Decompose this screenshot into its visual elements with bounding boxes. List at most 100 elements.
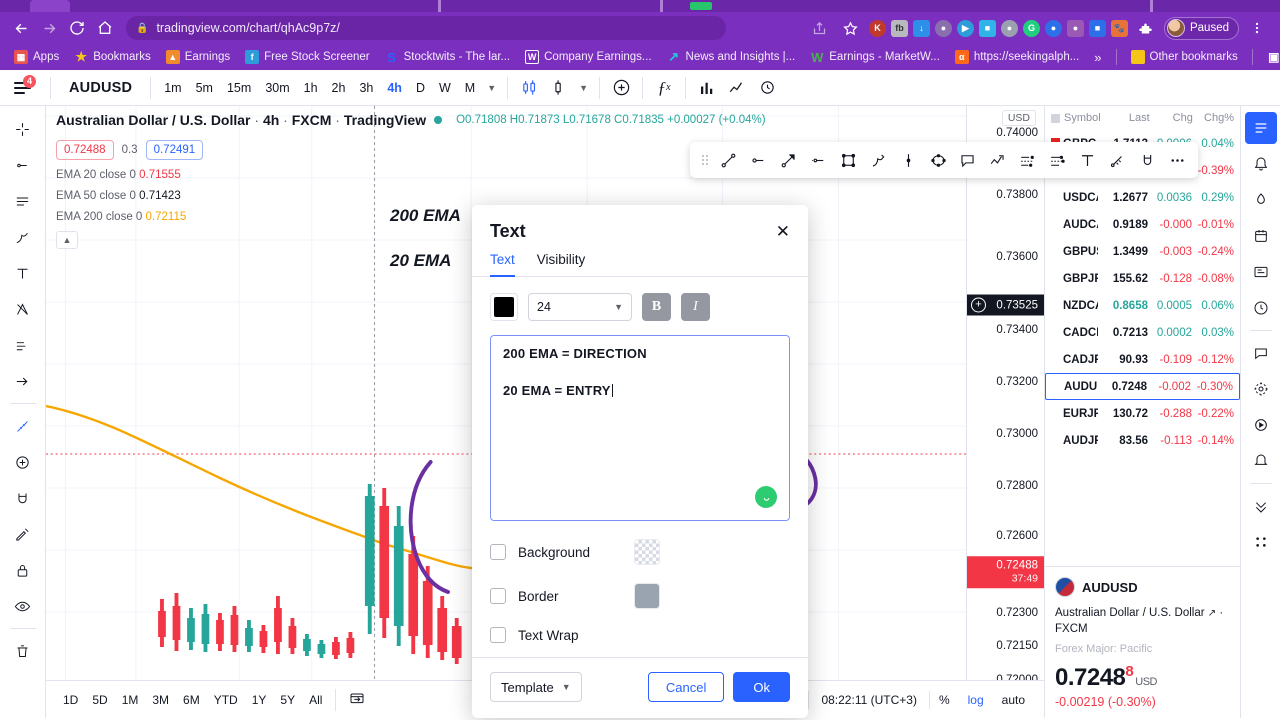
- column-symbol[interactable]: Symbol: [1051, 112, 1101, 124]
- price-axis[interactable]: USD 0.74000 0.73800 0.73600 + 0.73525 0.…: [966, 106, 1044, 716]
- column-last[interactable]: Last: [1101, 112, 1150, 124]
- bar-chart-icon[interactable]: [692, 73, 722, 103]
- arrow-icon[interactable]: [774, 144, 804, 176]
- ideas-icon[interactable]: [1245, 373, 1277, 405]
- candles-icon[interactable]: [514, 73, 544, 103]
- more-icon[interactable]: [1162, 144, 1192, 176]
- brush-tool-icon[interactable]: [5, 220, 41, 254]
- extensions-puzzle-icon[interactable]: [1133, 15, 1159, 41]
- chat-icon[interactable]: [1245, 337, 1277, 369]
- reload-icon[interactable]: [64, 15, 90, 41]
- extension-icon-firefox[interactable]: 🐾: [1110, 19, 1128, 37]
- cursor-icon[interactable]: [5, 112, 41, 146]
- extension-icon-11[interactable]: ■: [1088, 19, 1106, 37]
- ray-icon[interactable]: [804, 144, 834, 176]
- chevron-down-icon[interactable]: ▼: [482, 83, 501, 93]
- table-row[interactable]: CADCHI 0.7213 0.0002 0.03%: [1045, 319, 1240, 346]
- lock-icon[interactable]: [5, 553, 41, 587]
- remove-drawings-icon[interactable]: [5, 634, 41, 668]
- timeframe-4h[interactable]: 4h: [380, 76, 409, 100]
- browser-menu-icon[interactable]: [1244, 15, 1270, 41]
- collapse-legend-button[interactable]: ▲: [56, 231, 78, 249]
- table-row[interactable]: NZDCA 0.8658 0.0005 0.06%: [1045, 292, 1240, 319]
- hotlist-icon[interactable]: [1245, 184, 1277, 216]
- add-compare-icon[interactable]: [606, 73, 636, 103]
- back-icon[interactable]: [8, 15, 34, 41]
- range-YTD[interactable]: YTD: [207, 689, 245, 711]
- auto-scale-button[interactable]: auto: [993, 693, 1034, 707]
- text-color-swatch[interactable]: [490, 293, 518, 321]
- add-order-icon[interactable]: +: [971, 297, 986, 313]
- draw-mode-icon[interactable]: [5, 517, 41, 551]
- timeframe-5m[interactable]: 5m: [189, 76, 220, 100]
- timeframe-W[interactable]: W: [432, 76, 458, 100]
- trend-line-tool-icon[interactable]: [5, 148, 41, 182]
- template-dropdown[interactable]: Template ▼: [490, 672, 582, 702]
- tab-text[interactable]: Text: [490, 252, 515, 277]
- timeframe-M[interactable]: M: [458, 76, 482, 100]
- measure-icon[interactable]: [1102, 144, 1132, 176]
- timeframe-2h[interactable]: 2h: [325, 76, 353, 100]
- indicators-icon[interactable]: ƒx: [649, 73, 679, 103]
- bookmark-item[interactable]: ▦ Apps: [8, 48, 65, 66]
- news-icon[interactable]: [1245, 256, 1277, 288]
- extension-icon-9[interactable]: ●: [1044, 19, 1062, 37]
- timeframe-30m[interactable]: 30m: [258, 76, 296, 100]
- measure-tool-icon[interactable]: [5, 409, 41, 443]
- rectangle-icon[interactable]: [834, 144, 864, 176]
- main-menu-button[interactable]: 4: [0, 70, 44, 106]
- reading-list-button[interactable]: ▣Reading list: [1261, 48, 1280, 66]
- watchlist-icon[interactable]: [1244, 112, 1277, 144]
- column-chg[interactable]: Chg: [1150, 112, 1193, 124]
- text-wrap-checkbox[interactable]: [490, 627, 506, 643]
- currency-pill[interactable]: USD: [1001, 110, 1036, 126]
- range-1D[interactable]: 1D: [56, 689, 85, 711]
- bookmark-star-icon[interactable]: [838, 15, 864, 41]
- symbol-search-button[interactable]: AUDUSD: [57, 80, 144, 96]
- italic-button[interactable]: I: [681, 293, 710, 321]
- range-5D[interactable]: 5D: [85, 689, 114, 711]
- text-tool-left-icon[interactable]: [5, 256, 41, 290]
- bookmark-item[interactable]: α https://seekingalph...: [949, 48, 1085, 66]
- ellipse-icon[interactable]: [923, 144, 953, 176]
- range-All[interactable]: All: [302, 689, 329, 711]
- bold-button[interactable]: B: [642, 293, 671, 321]
- bookmark-item[interactable]: W Earnings - MarketW...: [804, 48, 946, 66]
- timeframe-3h[interactable]: 3h: [352, 76, 380, 100]
- table-row[interactable]: EURJPY 130.72 -0.288 -0.22%: [1045, 400, 1240, 427]
- settings-icon[interactable]: [1245, 490, 1277, 522]
- bid-chip[interactable]: 0.72488: [56, 140, 114, 160]
- percent-scale-button[interactable]: %: [930, 693, 959, 707]
- horizontal-line-icon[interactable]: [744, 144, 774, 176]
- bookmark-item[interactable]: S Stocktwits - The lar...: [379, 48, 517, 66]
- range-3M[interactable]: 3M: [145, 689, 176, 711]
- column-pct[interactable]: Chg%: [1193, 112, 1234, 124]
- text-tool-icon[interactable]: [1073, 144, 1103, 176]
- share-icon[interactable]: [807, 15, 833, 41]
- magnet-icon[interactable]: [1132, 144, 1162, 176]
- brush-icon[interactable]: [863, 144, 893, 176]
- table-row[interactable]: GBPUS 1.3499 -0.003 -0.24%: [1045, 238, 1240, 265]
- border-color-swatch[interactable]: [634, 583, 660, 609]
- timeframe-1m[interactable]: 1m: [157, 76, 188, 100]
- short-position-icon[interactable]: [1043, 144, 1073, 176]
- other-bookmarks-folder[interactable]: Other bookmarks: [1125, 48, 1244, 66]
- bookmark-item[interactable]: ★ Bookmarks: [68, 48, 157, 66]
- external-link-icon[interactable]: ↗: [1208, 608, 1216, 619]
- log-scale-button[interactable]: log: [959, 693, 993, 707]
- bookmark-item[interactable]: ↗ News and Insights |...: [661, 48, 802, 66]
- alerts-icon[interactable]: [1245, 148, 1277, 180]
- range-6M[interactable]: 6M: [176, 689, 207, 711]
- extension-icon-3[interactable]: ↓: [912, 19, 930, 37]
- table-row[interactable]: CADJPY 90.93 -0.109 -0.12%: [1045, 346, 1240, 373]
- chart-title[interactable]: Australian Dollar / U.S. Dollar · 4h · F…: [56, 112, 426, 128]
- table-row[interactable]: AUDCA 0.9189 -0.000 -0.01%: [1045, 211, 1240, 238]
- timeframe-D[interactable]: D: [409, 76, 432, 100]
- ok-button[interactable]: Ok: [733, 672, 790, 702]
- tab-visibility[interactable]: Visibility: [537, 252, 586, 276]
- annotation-20-ema[interactable]: 20 EMA: [390, 251, 451, 271]
- font-size-select[interactable]: 24 ▼: [528, 293, 632, 321]
- extension-icon-4[interactable]: ●: [934, 19, 952, 37]
- extension-icon-7[interactable]: ●: [1000, 19, 1018, 37]
- hide-drawings-icon[interactable]: [5, 589, 41, 623]
